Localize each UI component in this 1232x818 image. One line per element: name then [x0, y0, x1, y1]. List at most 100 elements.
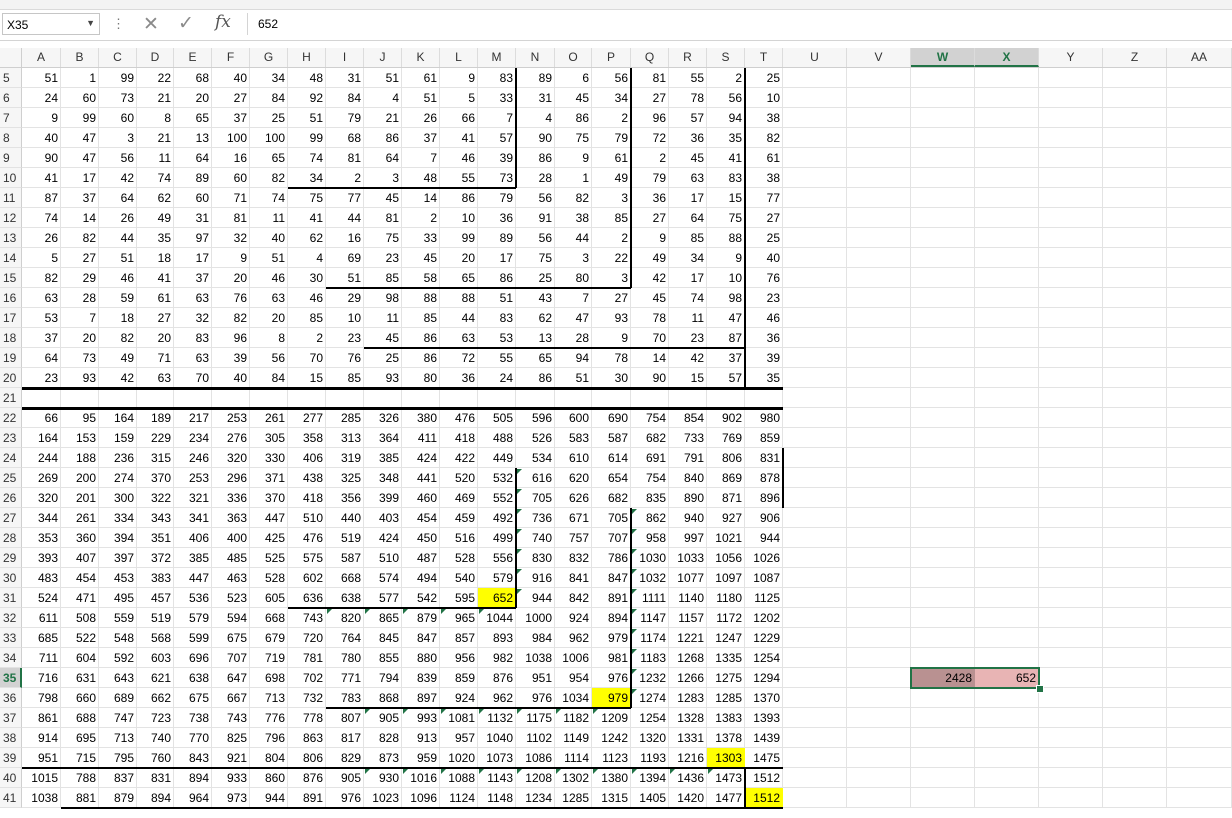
cell-f14[interactable]: 9 — [212, 248, 250, 268]
cell-c28[interactable]: 394 — [99, 528, 137, 548]
cell-g15[interactable]: 46 — [250, 268, 288, 288]
cell-h33[interactable]: 720 — [288, 628, 326, 648]
cell-r14[interactable]: 34 — [669, 248, 707, 268]
grid-cell[interactable] — [783, 588, 847, 608]
cell-a23[interactable]: 164 — [22, 428, 61, 448]
cell-g38[interactable]: 796 — [250, 728, 288, 748]
grid-cell[interactable] — [847, 608, 911, 628]
cell-g28[interactable]: 425 — [250, 528, 288, 548]
cell-q15[interactable]: 42 — [631, 268, 669, 288]
cell-s29[interactable]: 1056 — [707, 548, 745, 568]
cell-f34[interactable]: 707 — [212, 648, 250, 668]
grid-cell[interactable] — [847, 688, 911, 708]
cell-g12[interactable]: 11 — [250, 208, 288, 228]
cell-h10[interactable]: 34 — [288, 168, 326, 188]
cell-g25[interactable]: 371 — [250, 468, 288, 488]
grid-cell[interactable] — [911, 508, 975, 528]
grid-cell[interactable] — [1039, 68, 1103, 88]
cell-n33[interactable]: 984 — [516, 628, 555, 648]
cell-k41[interactable]: 1096 — [402, 788, 440, 808]
cell-t14[interactable]: 40 — [745, 248, 783, 268]
cell-j13[interactable]: 75 — [364, 228, 402, 248]
grid-cell[interactable] — [1167, 128, 1232, 148]
cell-a36[interactable]: 798 — [22, 688, 61, 708]
cell-i12[interactable]: 44 — [326, 208, 364, 228]
cell-j14[interactable]: 23 — [364, 248, 402, 268]
grid-cell[interactable] — [1039, 248, 1103, 268]
cell-i34[interactable]: 780 — [326, 648, 364, 668]
cell-d27[interactable]: 343 — [137, 508, 174, 528]
cell-b39[interactable]: 715 — [61, 748, 99, 768]
cell-a27[interactable]: 344 — [22, 508, 61, 528]
grid-cell[interactable] — [911, 328, 975, 348]
cell-k16[interactable]: 88 — [402, 288, 440, 308]
cell-b27[interactable]: 261 — [61, 508, 99, 528]
cell-h26[interactable]: 418 — [288, 488, 326, 508]
grid-cell[interactable] — [911, 128, 975, 148]
grid-cell[interactable] — [847, 708, 911, 728]
cell-t7[interactable]: 38 — [745, 108, 783, 128]
cell-n5[interactable]: 89 — [516, 68, 555, 88]
cell-e26[interactable]: 321 — [174, 488, 212, 508]
cell-n7[interactable]: 4 — [516, 108, 555, 128]
grid-cell[interactable] — [975, 108, 1039, 128]
cell-p31[interactable]: 891 — [592, 588, 631, 608]
cell-i15[interactable]: 51 — [326, 268, 364, 288]
cell-a13[interactable]: 26 — [22, 228, 61, 248]
cell-q12[interactable]: 27 — [631, 208, 669, 228]
checkmark-icon[interactable]: ✓ — [178, 12, 194, 35]
grid-cell[interactable] — [847, 88, 911, 108]
column-header-o[interactable]: O — [555, 48, 592, 67]
grid-cell[interactable] — [847, 248, 911, 268]
cell-a11[interactable]: 87 — [22, 188, 61, 208]
cell-a19[interactable]: 64 — [22, 348, 61, 368]
grid-cell[interactable] — [1103, 88, 1167, 108]
grid-cell[interactable] — [22, 388, 61, 408]
cell-i8[interactable]: 68 — [326, 128, 364, 148]
cell-q10[interactable]: 79 — [631, 168, 669, 188]
cell-g32[interactable]: 668 — [250, 608, 288, 628]
grid-cell[interactable] — [911, 488, 975, 508]
cell-m17[interactable]: 83 — [478, 308, 516, 328]
grid-cell[interactable] — [783, 648, 847, 668]
grid-cell[interactable] — [783, 468, 847, 488]
cell-p35[interactable]: 976 — [592, 668, 631, 688]
cell-c6[interactable]: 73 — [99, 88, 137, 108]
cell-g41[interactable]: 944 — [250, 788, 288, 808]
cell-l34[interactable]: 956 — [440, 648, 478, 668]
cell-r17[interactable]: 11 — [669, 308, 707, 328]
grid-cell[interactable] — [847, 748, 911, 768]
cell-h35[interactable]: 702 — [288, 668, 326, 688]
cell-j31[interactable]: 577 — [364, 588, 402, 608]
cell-p36[interactable]: 979 — [592, 688, 631, 708]
cell-c11[interactable]: 64 — [99, 188, 137, 208]
grid-cell[interactable] — [1039, 728, 1103, 748]
cell-c25[interactable]: 274 — [99, 468, 137, 488]
cell-i18[interactable]: 23 — [326, 328, 364, 348]
cell-l25[interactable]: 520 — [440, 468, 478, 488]
row-header-27[interactable]: 27 — [0, 508, 22, 528]
cell-e15[interactable]: 37 — [174, 268, 212, 288]
row-header-16[interactable]: 16 — [0, 288, 22, 308]
cell-r8[interactable]: 36 — [669, 128, 707, 148]
cell-q20[interactable]: 90 — [631, 368, 669, 388]
grid-cell[interactable] — [1039, 528, 1103, 548]
cell-s17[interactable]: 47 — [707, 308, 745, 328]
row-header-31[interactable]: 31 — [0, 588, 22, 608]
grid-cell[interactable] — [1039, 128, 1103, 148]
cell-s39[interactable]: 1303 — [707, 748, 745, 768]
cell-i26[interactable]: 356 — [326, 488, 364, 508]
cell-f38[interactable]: 825 — [212, 728, 250, 748]
cell-a32[interactable]: 611 — [22, 608, 61, 628]
cell-e41[interactable]: 964 — [174, 788, 212, 808]
row-header-5[interactable]: 5 — [0, 68, 22, 88]
grid-cell[interactable] — [783, 628, 847, 648]
cell-k26[interactable]: 460 — [402, 488, 440, 508]
grid-cell[interactable] — [975, 648, 1039, 668]
grid-cell[interactable] — [911, 588, 975, 608]
cell-t26[interactable]: 896 — [745, 488, 783, 508]
cell-j10[interactable]: 3 — [364, 168, 402, 188]
cell-e30[interactable]: 447 — [174, 568, 212, 588]
grid-cell[interactable] — [1039, 448, 1103, 468]
cell-g19[interactable]: 56 — [250, 348, 288, 368]
